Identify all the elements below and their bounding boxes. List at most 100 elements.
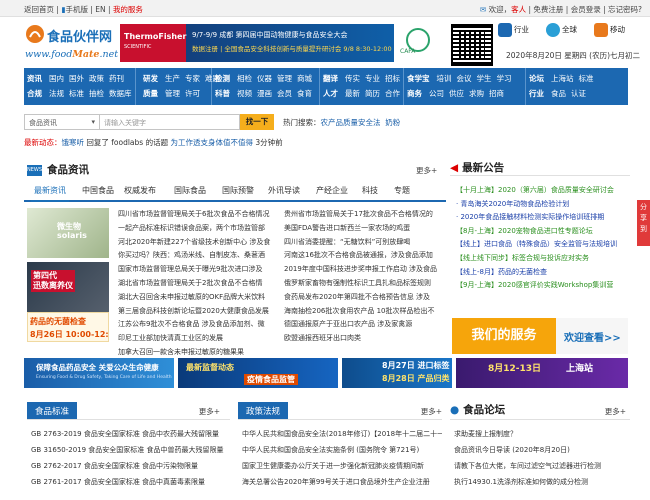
search-category-select[interactable]: 食品资讯 ▾: [24, 114, 100, 130]
news-item[interactable]: 四川省消委提醒：“无糖饮料”可别放肆喝: [284, 236, 444, 250]
nav-item[interactable]: 学生: [477, 74, 492, 83]
standard-item[interactable]: GB 31650-2019 食品安全国家标准 食品中兽药最大残留限量: [31, 442, 231, 458]
mobile-app[interactable]: 移动: [594, 23, 625, 37]
nav-item[interactable]: 认证: [571, 89, 586, 98]
news-item[interactable]: 印尼工业部加快清真工业区的发展: [118, 332, 278, 346]
nav-item[interactable]: 国内: [49, 74, 64, 83]
notice-item[interactable]: 【线上】进口食品（特殊食品）安全监管与法规培训: [456, 238, 630, 252]
nav-item[interactable]: 合作: [385, 89, 400, 98]
nav-item[interactable]: 行业: [529, 89, 544, 98]
regulations-more-link[interactable]: 更多+: [421, 406, 442, 417]
nav-item[interactable]: 食育: [297, 89, 312, 98]
news-item[interactable]: 海南抽检206批次食用农产品 10批次样品检出不: [284, 305, 444, 319]
nav-item[interactable]: 培训: [437, 74, 452, 83]
my-service-link[interactable]: 我的服务: [113, 5, 143, 14]
news-item[interactable]: 你买过吗？陕西：鸡汤米线、自制皮冻、桑葚酒: [118, 249, 278, 263]
news-item[interactable]: 四川省市场监督管理局关于6批次食品不合格情况: [118, 208, 278, 222]
back-home-link[interactable]: 返回首页: [24, 5, 54, 14]
nav-item[interactable]: 专家: [185, 74, 200, 83]
ad-banner[interactable]: 保障食品药品安全 关爱公众生命健康 Ensuring Food & Drug S…: [24, 358, 174, 388]
notice-item[interactable]: 【线上线下同步】标签合规与投诉应对实务: [456, 252, 630, 266]
tab-foreign[interactable]: 外讯导读: [268, 185, 300, 196]
news-thumb[interactable]: 第四代 迅数离养仪: [27, 262, 109, 312]
nav-item[interactable]: 传实: [345, 74, 360, 83]
nav-item[interactable]: 人才: [323, 89, 338, 98]
news-item[interactable]: 贵州省市场监管局关于17批次食品不合格情况的: [284, 208, 444, 222]
nav-item[interactable]: 资讯: [27, 74, 42, 83]
notice-item[interactable]: · 2020年食品接触材料检测实际操作培训班排期: [456, 211, 630, 225]
tab-intl-alert[interactable]: 国际预警: [222, 185, 254, 196]
forum-item[interactable]: 求助麦搜上报制度？: [454, 426, 630, 442]
nav-item[interactable]: 合规: [27, 89, 42, 98]
notice-item[interactable]: 【线上-8月】药品的无菌检查: [456, 266, 630, 280]
news-item[interactable]: 河南这16批次不合格食品被通报，涉及食品添加: [284, 249, 444, 263]
hot-search-keyword[interactable]: 奶粉: [385, 118, 400, 127]
tab-latest[interactable]: 最新资讯: [31, 185, 69, 202]
notice-item[interactable]: 【8月-上海】2020宠物食品进口性专题论坛: [456, 225, 630, 239]
nav-item[interactable]: 简历: [365, 89, 380, 98]
news-item[interactable]: 一起产品标准标识错误食品案，两个市场监管部: [118, 222, 278, 236]
nav-item[interactable]: 相检: [237, 74, 252, 83]
search-input[interactable]: 请输入关键字: [100, 114, 240, 130]
tab-intl-food[interactable]: 国际食品: [174, 185, 206, 196]
nav-item[interactable]: 上海站: [551, 74, 574, 83]
nav-item[interactable]: 标准: [69, 89, 84, 98]
our-service-button[interactable]: 我们的服务: [452, 318, 556, 354]
notice-item[interactable]: 【十月上海】2020（第六届）食品质量安全研讨会: [456, 184, 630, 198]
regulation-item[interactable]: 海关总署公告2020年第99号关于进口食品境外生产企业注册: [242, 474, 442, 490]
standards-more-link[interactable]: 更多+: [199, 406, 220, 417]
tab-china-food[interactable]: 中国食品: [82, 185, 114, 196]
nav-item[interactable]: 许可: [185, 89, 200, 98]
news-item[interactable]: 湖北省市场监督管理局关于2批次食品不合格情: [118, 277, 278, 291]
nav-item[interactable]: 国外: [69, 74, 84, 83]
tab-authority[interactable]: 权威发布: [124, 185, 156, 196]
nav-item[interactable]: 公司: [429, 89, 444, 98]
global-app[interactable]: 全球: [546, 23, 577, 37]
nav-item[interactable]: 管理: [165, 89, 180, 98]
share-tab[interactable]: 分享到: [637, 200, 650, 246]
news-item[interactable]: 德国通报原产于亚出口农产品 涉及家禽源: [284, 318, 444, 332]
ad-banner[interactable]: 最新监督动态 疫情食品监管: [178, 358, 338, 388]
nav-item[interactable]: 会员: [277, 89, 292, 98]
tab-special[interactable]: 专题: [394, 185, 410, 196]
news-item[interactable]: 湖北大召回含未申报过敏原的OKF品牌大米饮料: [118, 291, 278, 305]
ad-banner[interactable]: 8月27日 进口标签 8月28日 产品归类: [342, 358, 452, 388]
forum-more-link[interactable]: 更多+: [605, 406, 626, 417]
news-item[interactable]: 俄罗斯家畜物有强制性标识工具扎和品标签规则: [284, 277, 444, 291]
ticker-topic[interactable]: 为工作透支身体值不值得: [170, 138, 253, 147]
nav-item[interactable]: 检测: [215, 74, 230, 83]
login-link[interactable]: 会员登录: [571, 5, 601, 14]
nav-item[interactable]: 标准: [579, 74, 594, 83]
news-more-link[interactable]: 更多+: [416, 165, 437, 176]
nav-item[interactable]: 抽检: [89, 89, 104, 98]
nav-item[interactable]: 食品: [551, 89, 566, 98]
nav-item[interactable]: 仪器: [257, 74, 272, 83]
industry-app[interactable]: 行业: [498, 23, 529, 37]
nav-item[interactable]: 政策: [89, 74, 104, 83]
news-item[interactable]: 第三届食品科技创新论坛暨2020大健康食品发展: [118, 305, 278, 319]
regulation-item[interactable]: 中华人民共和国食品安全法(2018年修订)【2018年十二届二十一: [242, 426, 442, 442]
regulation-item[interactable]: 国家卫生健康委办公厅关于进一步强化新冠肺炎疫情期间新: [242, 458, 442, 474]
ticker-user[interactable]: 饿寒听: [62, 138, 85, 147]
nav-item[interactable]: 学习: [497, 74, 512, 83]
nav-item[interactable]: 论坛: [529, 74, 544, 83]
site-logo[interactable]: 食品伙伴网 www.foodMate.net: [25, 24, 118, 64]
mobile-link[interactable]: 手机版: [65, 5, 88, 14]
nav-item[interactable]: 翻译: [323, 74, 338, 83]
cafa-logo[interactable]: CAFA: [398, 28, 440, 58]
nav-item[interactable]: 供应: [449, 89, 464, 98]
nav-item[interactable]: 质量: [143, 89, 158, 98]
news-item[interactable]: 2019年度中国科技进步奖申报工作启动 涉及食品: [284, 263, 444, 277]
nav-item[interactable]: 漫画: [257, 89, 272, 98]
news-item[interactable]: 河北2020年新建227个省级技术创新中心 涉及食: [118, 236, 278, 250]
search-button[interactable]: 找一下: [240, 114, 274, 130]
standard-item[interactable]: GB 2763-2019 食品安全国家标准 食品中农药最大残留限量: [31, 426, 231, 442]
nav-item[interactable]: 研发: [143, 74, 158, 83]
nav-item[interactable]: 最新: [345, 89, 360, 98]
news-item[interactable]: 美国FDA警告进口新西兰一家农场的鸡蛋: [284, 222, 444, 236]
ad-banner[interactable]: 8月12-13日 上海站: [456, 358, 628, 388]
hot-search-keyword[interactable]: 农产品质量安全法: [321, 118, 381, 127]
news-thumb[interactable]: 微生物 solaris: [27, 208, 109, 258]
english-link[interactable]: EN: [95, 5, 105, 14]
nav-item[interactable]: 求购: [469, 89, 484, 98]
